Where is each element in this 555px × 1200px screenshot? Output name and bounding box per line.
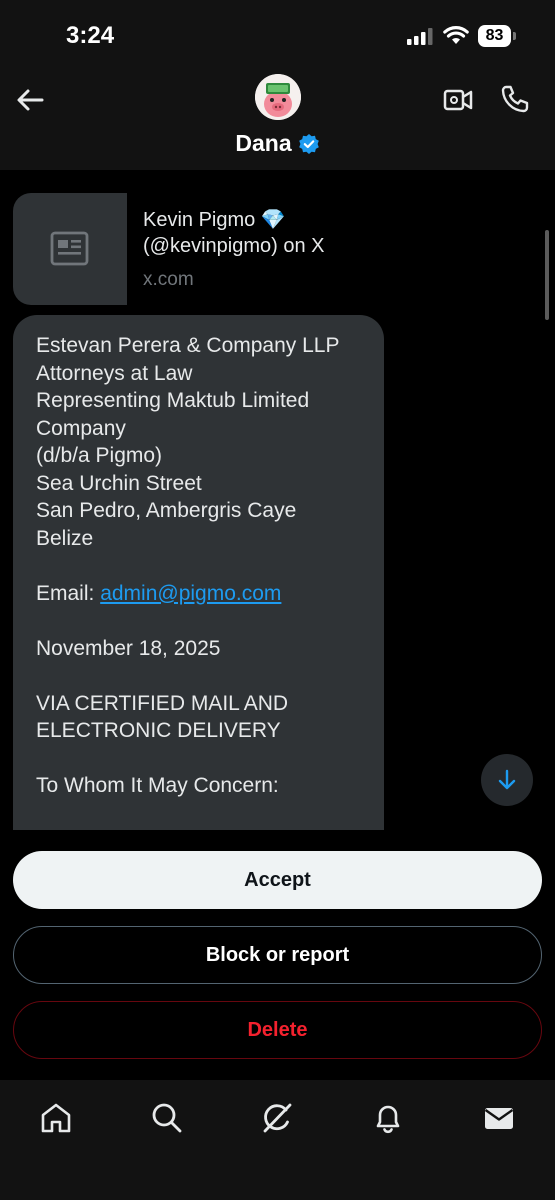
signal-icon [407,28,433,45]
link-title-text: Kevin Pigmo [143,209,256,231]
video-camera-icon[interactable] [442,84,474,116]
nav-messages[interactable] [481,1100,517,1136]
status-bar: 3:24 83 [0,0,555,70]
battery-level: 83 [485,27,504,44]
message-date: November 18, 2025 [36,636,221,660]
nav-notifications[interactable] [370,1100,406,1136]
nav-search[interactable] [149,1100,185,1136]
message-thread[interactable]: Kevin Pigmo 💎 (@kevinpigmo) on X x.com E… [0,170,555,830]
delete-button[interactable]: Delete [13,1001,542,1059]
arrow-left-icon[interactable] [14,84,46,116]
verified-badge-icon [298,133,319,154]
scroll-to-bottom-button[interactable] [481,754,533,806]
message-line: VIA CERTIFIED MAIL AND [36,691,289,715]
contact-name-row[interactable]: Dana [0,130,555,157]
message-line: Company [36,416,126,440]
message-salutation: To Whom It May Concern: [36,774,279,797]
message-line: Belize [36,526,94,550]
link-handle: (@kevinpigmo) on X [143,235,325,257]
email-line: Email: admin@pigmo.com [36,580,364,608]
message-line: ELECTRONIC DELIVERY [36,719,281,742]
message-line: (d/b/a Pigmo) [36,444,163,467]
message-line: Sea Urchin Street [36,471,202,495]
status-time: 3:24 [66,22,115,49]
message-line: Estevan Perera & Company LLP [36,334,340,357]
scrollbar[interactable] [545,230,549,320]
accept-button[interactable]: Accept [13,851,542,909]
block-or-report-button[interactable]: Block or report [13,926,542,984]
nav-grok[interactable] [259,1100,295,1136]
pig-avatar-icon [255,74,301,120]
link-title: Kevin Pigmo 💎 (@kevinpigmo) on X [143,207,373,259]
wifi-icon [443,26,469,44]
message-line: San Pedro, Ambergris Caye [36,499,297,522]
nav-home[interactable] [38,1100,74,1136]
link-preview-card[interactable]: Kevin Pigmo 💎 (@kevinpigmo) on X x.com [13,193,383,305]
article-icon [50,231,89,266]
avatar[interactable] [255,74,301,120]
arrow-down-icon [498,769,516,790]
home-icon [41,1103,71,1133]
link-domain: x.com [143,269,194,290]
notifications-icon [376,1105,400,1134]
link-thumbnail [13,193,127,305]
conversation-header: Dana [0,70,555,170]
phone-icon[interactable] [499,83,531,115]
message-line: Attorneys at Law [36,361,193,385]
search-icon [152,1103,182,1133]
gem-icon: 💎 [260,209,286,231]
contact-name: Dana [235,130,292,156]
message-request-actions: Accept Block or report Delete [0,830,555,1080]
email-link[interactable]: admin@pigmo.com [100,582,281,605]
message-line: Representing Maktub Limited [36,389,310,412]
email-label: Email: [36,581,101,605]
bottom-nav [0,1080,555,1200]
message-bubble[interactable]: Estevan Perera & Company LLP Attorneys a… [13,315,384,830]
grok-icon [263,1103,292,1133]
battery-indicator: 83 [478,25,516,47]
messages-icon [484,1108,514,1129]
